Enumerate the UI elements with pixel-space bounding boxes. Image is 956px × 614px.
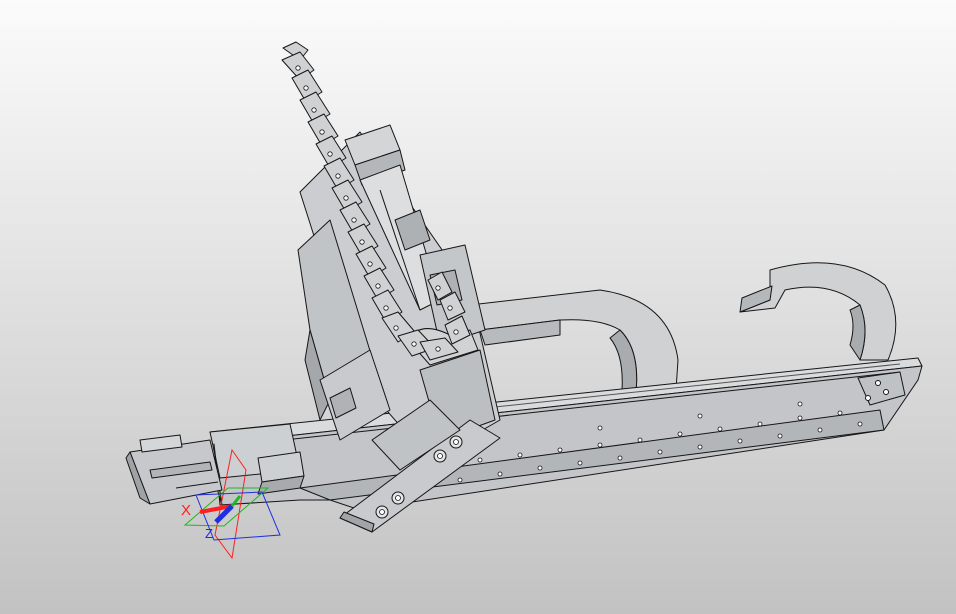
middle-cable-chain-loop [469, 289, 679, 393]
z-axis-column [297, 124, 501, 461]
z-axis-label: Z [205, 526, 213, 541]
x-axis-label: X [181, 502, 192, 519]
cad-3d-viewport[interactable]: X Z [0, 0, 956, 614]
gantry-assembly-model[interactable] [0, 0, 956, 614]
rear-cable-chain-loop [739, 262, 897, 361]
x-axis-servo-motor [125, 434, 223, 505]
